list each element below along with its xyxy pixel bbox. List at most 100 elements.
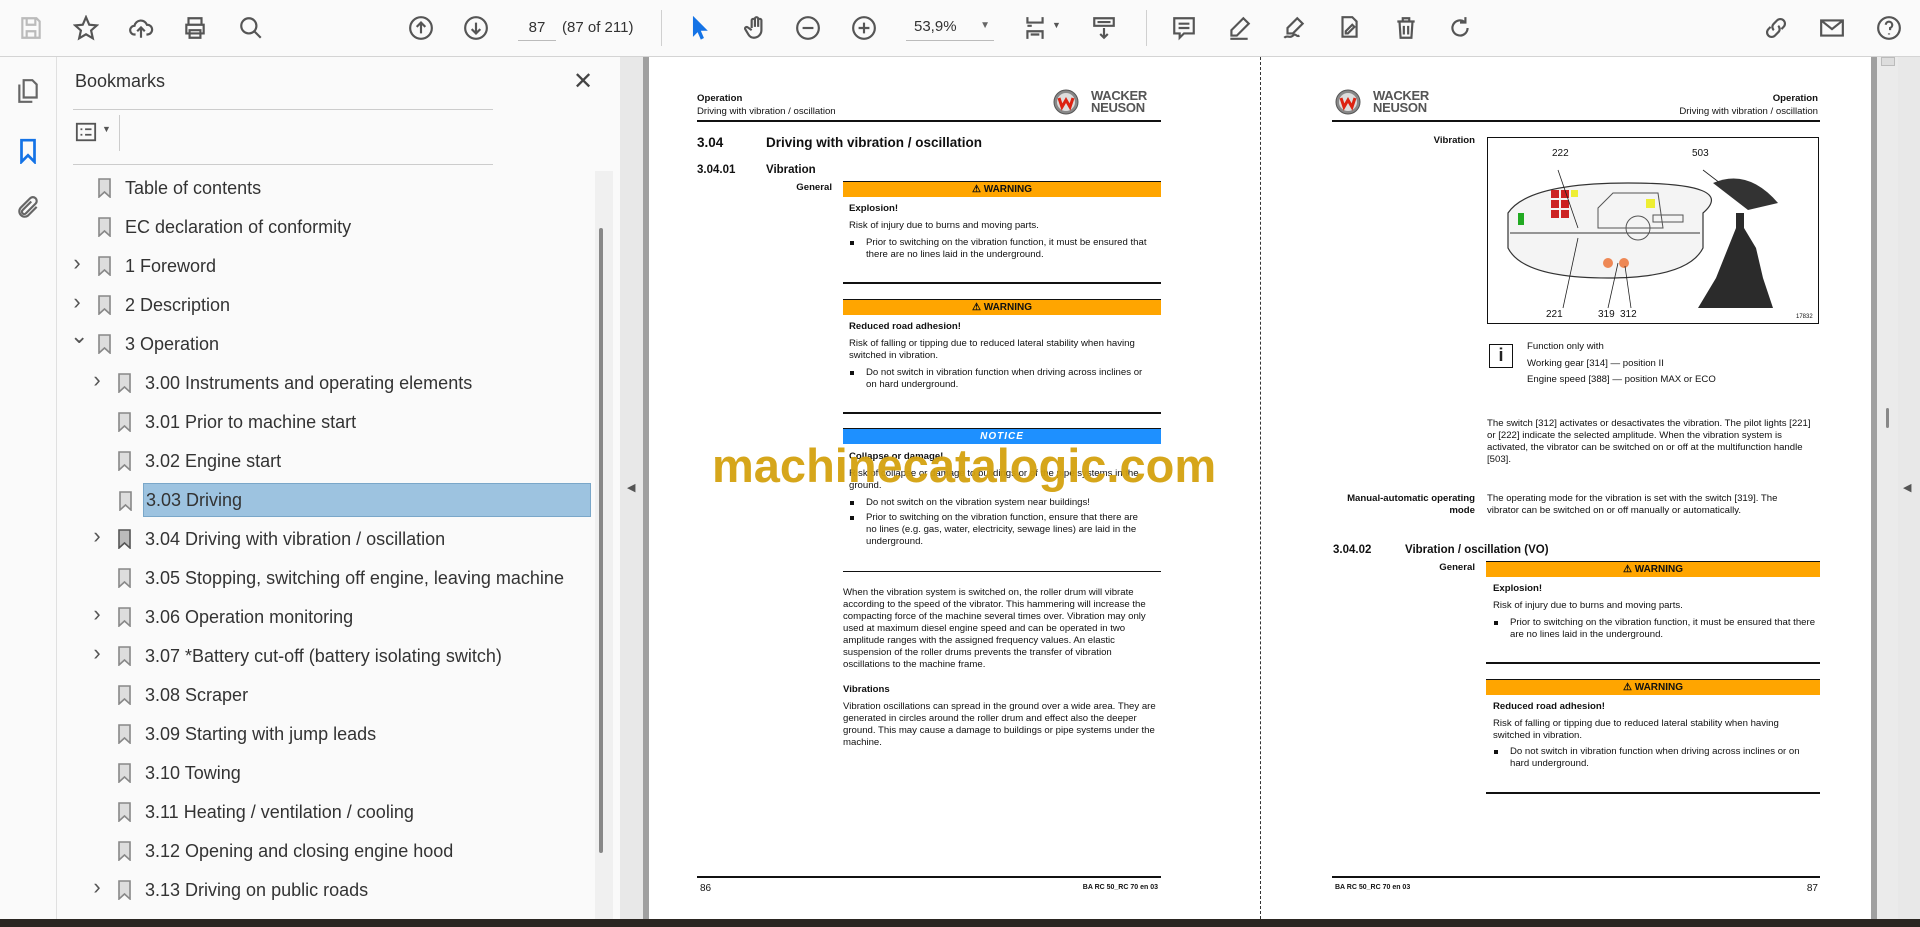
page-separator	[1260, 57, 1261, 919]
bookmark-icon	[118, 568, 131, 588]
bookmark-item[interactable]: › 1 Foreword	[57, 249, 587, 283]
chevron-right-icon[interactable]: ›	[70, 289, 84, 315]
chevron-right-icon[interactable]: ›	[70, 250, 84, 276]
panel-title: Bookmarks	[75, 71, 166, 91]
chevron-right-icon[interactable]: ›	[90, 640, 104, 666]
bookmark-icon	[118, 607, 131, 627]
upload-icon[interactable]	[126, 13, 156, 43]
scroll-mode-icon[interactable]	[1089, 13, 1119, 43]
bookmark-item[interactable]: 3.11 Heating / ventilation / cooling	[57, 795, 587, 829]
wacker-neuson-logo: WACKER NEUSON	[1053, 89, 1147, 115]
star-icon[interactable]	[71, 13, 101, 43]
chevron-right-icon[interactable]: ›	[90, 523, 104, 549]
callout-label: 503	[1692, 148, 1709, 159]
warning-bullet: Prior to switching on the vibration func…	[1493, 617, 1818, 641]
side-label: General	[1439, 562, 1475, 573]
zoom-level: 53,9%	[914, 18, 957, 35]
warning-icon: ⚠	[971, 302, 984, 313]
bookmark-item[interactable]: 3.12 Opening and closing engine hood	[57, 834, 587, 868]
callout-label: 312	[1620, 309, 1637, 320]
page-number-input[interactable]	[518, 15, 556, 41]
warning-bullet: Do not switch in vibration function when…	[849, 367, 1149, 391]
bookmark-label: 3.08 Scraper	[145, 684, 249, 705]
bookmark-item[interactable]: 3.01 Prior to machine start	[57, 405, 587, 439]
delete-icon[interactable]	[1391, 13, 1421, 43]
bookmark-item[interactable]: › 3.04 Driving with vibration / oscillati…	[57, 522, 587, 556]
bookmark-label: 3 Operation	[125, 333, 220, 354]
bookmark-item[interactable]: 3.09 Starting with jump leads	[57, 717, 587, 751]
bookmark-item[interactable]: 3.02 Engine start	[57, 444, 587, 478]
header-subtitle: Driving with vibration / oscillation	[1679, 106, 1818, 117]
page-down-icon[interactable]	[461, 13, 491, 43]
zoom-level-select[interactable]: 53,9% ▼	[906, 15, 994, 41]
highlight-pen-icon[interactable]	[1224, 13, 1254, 43]
bookmark-item[interactable]: 3.08 Scraper	[57, 678, 587, 712]
bookmark-item[interactable]: Table of contents	[57, 171, 587, 205]
comment-icon[interactable]	[1169, 13, 1199, 43]
bookmark-icon	[98, 334, 111, 354]
bookmark-icon[interactable]	[12, 135, 44, 167]
help-icon[interactable]	[1874, 13, 1904, 43]
subheading-number: 3.04.02	[1333, 544, 1372, 556]
bookmark-icon	[118, 646, 131, 666]
figure-id: 17832	[1796, 314, 1813, 320]
bookmark-icon	[118, 451, 131, 471]
bookmark-item[interactable]: › 3.00 Instruments and operating elements	[57, 366, 587, 400]
find-icon[interactable]	[236, 13, 266, 43]
sign-icon[interactable]	[1279, 13, 1309, 43]
bookmark-item[interactable]: EC declaration of conformity	[57, 210, 587, 244]
body-paragraph: The operating mode for the vibration is …	[1487, 493, 1778, 516]
divider	[661, 10, 662, 46]
close-icon[interactable]: ✕	[573, 67, 593, 96]
divider	[843, 412, 1161, 414]
side-rail	[0, 57, 57, 919]
print-icon[interactable]	[180, 13, 210, 43]
hand-icon[interactable]	[741, 13, 771, 43]
chevron-right-icon[interactable]: ›	[90, 367, 104, 393]
bookmark-label: 3.12 Opening and closing engine hood	[145, 840, 454, 861]
chevron-down-icon[interactable]: ▼	[1052, 20, 1061, 30]
save-icon[interactable]	[16, 13, 46, 43]
fit-page-icon[interactable]	[1020, 13, 1050, 43]
bookmark-item[interactable]: 3.05 Stopping, switching off engine, lea…	[57, 561, 587, 595]
chevron-down-icon[interactable]: ⌄	[70, 323, 88, 349]
bookmark-item[interactable]: › 3.06 Operation monitoring	[57, 600, 587, 634]
page-up-icon[interactable]	[406, 13, 436, 43]
header-section: Operation	[697, 93, 743, 104]
panel-splitter[interactable]: ◀	[620, 57, 643, 919]
bookmark-item[interactable]: 3.10 Towing	[57, 756, 587, 790]
side-label: General	[796, 182, 832, 193]
header-section: Operation	[1772, 93, 1818, 104]
divider	[1332, 120, 1820, 122]
fill-sign-icon[interactable]	[1334, 13, 1364, 43]
chevron-right-icon[interactable]: ›	[90, 601, 104, 627]
info-text: Engine speed [388] — position MAX or ECO	[1527, 374, 1716, 385]
scroll-position-indicator[interactable]	[1886, 408, 1889, 428]
bookmark-label: 1 Foreword	[125, 255, 217, 276]
share-link-icon[interactable]	[1761, 13, 1791, 43]
right-panel-toggle[interactable]: ◀	[1898, 57, 1920, 919]
scrollbar-thumb[interactable]	[599, 228, 603, 853]
bookmark-item[interactable]: › 2 Description	[57, 288, 587, 322]
rotate-icon[interactable]	[1445, 13, 1475, 43]
zoom-in-icon[interactable]	[849, 13, 879, 43]
select-cursor-icon[interactable]	[685, 13, 715, 43]
bookmark-item[interactable]: ⌄ 3 Operation	[57, 323, 587, 361]
bookmark-item[interactable]: 3.03 Driving	[119, 483, 591, 517]
bookmarks-scrollbar[interactable]	[595, 171, 613, 919]
bookmark-options-button[interactable]: ▼	[75, 115, 120, 151]
bookmark-label: 3.02 Engine start	[145, 450, 282, 471]
zoom-out-icon[interactable]	[793, 13, 823, 43]
document-scrollbar[interactable]	[1877, 57, 1898, 919]
collapse-panel-icon[interactable]: ◀	[627, 481, 635, 494]
bookmark-item[interactable]: › 3.07 *Battery cut-off (battery isolatin…	[57, 639, 587, 673]
bookmark-item[interactable]: › 3.13 Driving on public roads	[57, 873, 587, 907]
attachment-icon[interactable]	[12, 192, 44, 224]
expand-panel-icon[interactable]: ◀	[1903, 481, 1911, 494]
page-thumbnails-icon[interactable]	[12, 75, 44, 107]
chevron-right-icon[interactable]: ›	[90, 874, 104, 900]
info-icon: i	[1489, 344, 1513, 368]
taskbar-edge	[0, 919, 1920, 927]
mail-icon[interactable]	[1817, 13, 1847, 43]
scrollbar-thumb[interactable]	[1881, 57, 1895, 66]
